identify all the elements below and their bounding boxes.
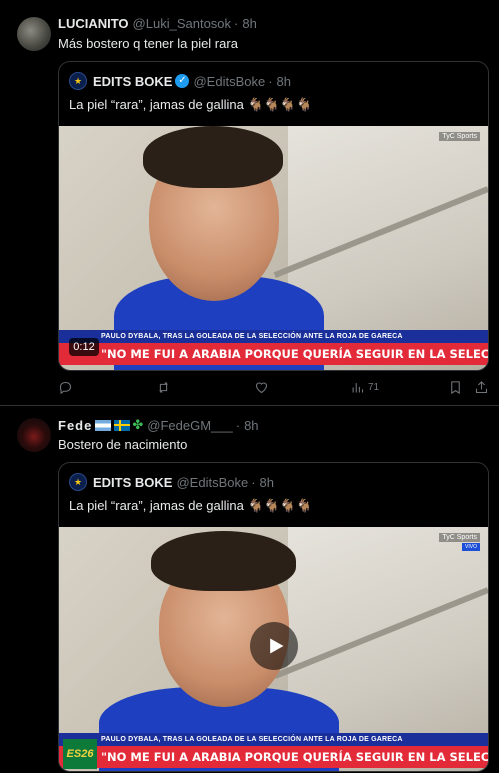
play-button[interactable] bbox=[250, 622, 298, 670]
lower-third: PAULO DYBALA, TRAS LA GOLEADA DE LA SELE… bbox=[59, 733, 488, 768]
separator-dot: · bbox=[268, 73, 273, 89]
quoted-display-name: EDITS BOKE bbox=[93, 73, 173, 89]
display-name[interactable]: Fede bbox=[58, 418, 92, 433]
video-player[interactable]: TyC Sports PAULO DYBALA, TRAS LA GOLEADA… bbox=[59, 126, 488, 370]
tweet-text: Bostero de nacimiento bbox=[58, 437, 188, 452]
lower-third: PAULO DYBALA, TRAS LA GOLEADA DE LA SELE… bbox=[59, 330, 488, 365]
sweden-flag-icon bbox=[114, 419, 131, 431]
heart-icon bbox=[255, 381, 268, 393]
tweet[interactable]: LUCIANITO @Luki_Santosok · 8h Más boster… bbox=[0, 0, 499, 405]
views-button[interactable]: 71 bbox=[350, 378, 379, 396]
quoted-text: La piel “rara”, jamas de gallina 🐐🐐🐐🐐 bbox=[69, 97, 313, 112]
quoted-avatar: ★ bbox=[69, 473, 87, 491]
avatar[interactable] bbox=[17, 17, 51, 51]
lower-third-headline: PAULO DYBALA, TRAS LA GOLEADA DE LA SELE… bbox=[59, 733, 488, 746]
views-count: 71 bbox=[368, 381, 380, 393]
video-subject-hair bbox=[151, 531, 296, 591]
quoted-avatar: ★ bbox=[69, 72, 87, 90]
live-badge: VIVO bbox=[462, 543, 480, 551]
bookmark-button[interactable] bbox=[448, 378, 463, 396]
share-icon bbox=[475, 380, 488, 393]
handle[interactable]: @Luki_Santosok bbox=[133, 16, 231, 31]
reply-icon bbox=[59, 381, 72, 394]
channel-logo: TyC Sports bbox=[439, 132, 480, 141]
channel-logo: TyC Sports bbox=[439, 533, 480, 542]
quoted-tweet[interactable]: ★ EDITS BOKE ✓ @EditsBoke · 8h La piel “… bbox=[58, 61, 489, 371]
quoted-display-name: EDITS BOKE bbox=[93, 474, 173, 490]
separator-dot: · bbox=[251, 474, 256, 490]
quoted-tweet[interactable]: ★ EDITS BOKE @EditsBoke · 8h La piel “ra… bbox=[58, 462, 489, 772]
avatar[interactable] bbox=[17, 418, 51, 452]
event-badge: ES26 bbox=[63, 739, 97, 769]
lower-third-quote: "NO ME FUI A ARABIA PORQUE QUERÍA SEGUIR… bbox=[59, 746, 488, 768]
views-icon bbox=[352, 382, 364, 392]
tweet[interactable]: Fede ✤ @FedeGM___ · 8h Bostero de nacimi… bbox=[0, 405, 499, 773]
video-player[interactable]: TyC Sports VIVO PAULO DYBALA, TRAS LA GO… bbox=[59, 527, 488, 771]
like-button[interactable] bbox=[254, 378, 269, 396]
tweet-text: Más bostero q tener la piel rara bbox=[58, 36, 238, 51]
display-name[interactable]: LUCIANITO bbox=[58, 16, 129, 31]
clover-icon: ✤ bbox=[132, 417, 144, 432]
lower-third-quote: "NO ME FUI A ARABIA PORQUE QUERÍA SEGUIR… bbox=[59, 343, 488, 365]
video-subject-hair bbox=[143, 126, 283, 188]
bookmark-icon bbox=[451, 380, 460, 394]
handle[interactable]: @FedeGM___ bbox=[147, 418, 232, 433]
separator-dot: · bbox=[235, 417, 241, 433]
video-duration: 0:12 bbox=[69, 338, 99, 356]
tweet-header: LUCIANITO @Luki_Santosok · 8h bbox=[58, 14, 257, 32]
verified-badge-icon: ✓ bbox=[175, 74, 190, 88]
quoted-header: ★ EDITS BOKE @EditsBoke · 8h bbox=[69, 473, 274, 491]
quoted-handle: @EditsBoke bbox=[193, 73, 266, 89]
quoted-timestamp: 8h bbox=[259, 474, 275, 490]
lower-third-headline: PAULO DYBALA, TRAS LA GOLEADA DE LA SELE… bbox=[59, 330, 488, 343]
retweet-button[interactable] bbox=[156, 378, 171, 396]
quoted-text: La piel “rara”, jamas de gallina 🐐🐐🐐🐐 bbox=[69, 498, 313, 513]
timestamp[interactable]: 8h bbox=[242, 16, 256, 31]
tweet-header: Fede ✤ @FedeGM___ · 8h bbox=[58, 416, 259, 434]
separator-dot: · bbox=[234, 15, 239, 31]
tweet-actions: 71 bbox=[58, 378, 489, 396]
quoted-timestamp: 8h bbox=[276, 73, 292, 89]
argentina-flag-icon bbox=[95, 419, 112, 431]
quoted-header: ★ EDITS BOKE ✓ @EditsBoke · 8h bbox=[69, 72, 291, 90]
retweet-icon bbox=[159, 381, 168, 393]
share-button[interactable] bbox=[474, 378, 489, 396]
reply-button[interactable] bbox=[58, 378, 73, 396]
quoted-handle: @EditsBoke bbox=[176, 474, 249, 490]
timestamp[interactable]: 8h bbox=[244, 418, 258, 433]
play-icon bbox=[270, 638, 284, 654]
